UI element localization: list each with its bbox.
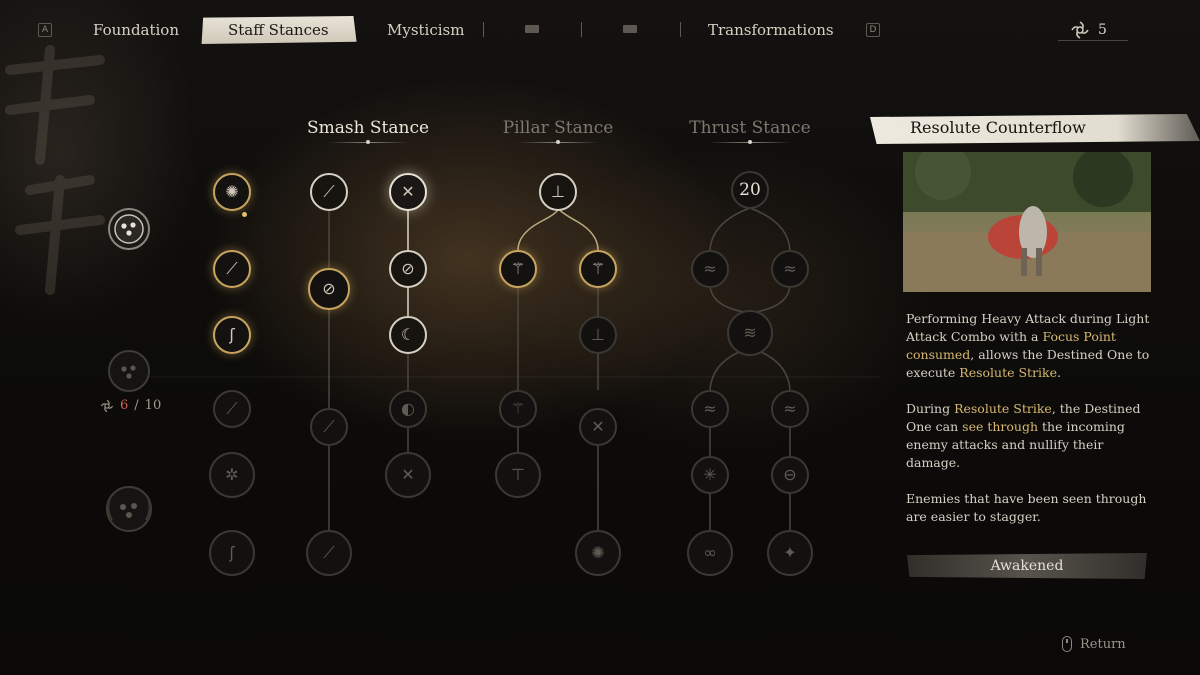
skill-node[interactable]: ⊥ <box>579 316 617 354</box>
skill-glyph-icon: ☾ <box>400 325 416 344</box>
skill-glyph-icon: ≈ <box>783 399 797 418</box>
skill-glyph-icon: ⊤ <box>511 465 525 484</box>
skill-detail-title-banner: Resolute Counterflow <box>870 114 1200 144</box>
skill-node[interactable]: ≈ <box>771 250 809 288</box>
skill-glyph-icon: ✕ <box>591 417 605 436</box>
skill-glyph-icon: ⊘ <box>401 259 415 278</box>
skill-glyph-icon: ✕ <box>401 465 415 484</box>
skill-node[interactable]: ✕ <box>385 452 431 498</box>
skill-node[interactable]: ≈ <box>771 390 809 428</box>
skill-node[interactable]: ⟋ <box>310 173 348 211</box>
skill-node[interactable]: ⊤ <box>495 452 541 498</box>
skill-node[interactable]: ✺ <box>213 173 251 211</box>
skill-node[interactable]: ✦ <box>767 530 813 576</box>
skill-glyph-icon: ≈ <box>703 259 717 278</box>
text-run: During <box>906 401 955 416</box>
description-paragraph: During Resolute Strike, the Destined One… <box>906 400 1156 472</box>
skill-glyph-icon: ⊥ <box>551 182 565 201</box>
skill-glyph-icon: ⚚ <box>510 259 526 278</box>
skill-node[interactable]: ⊘ <box>308 268 350 310</box>
skill-node[interactable]: ◐ <box>389 390 427 428</box>
skill-description: Performing Heavy Attack during Light Att… <box>906 310 1156 544</box>
skill-title: Resolute Counterflow <box>910 118 1086 137</box>
skill-glyph-icon: ≈ <box>703 399 717 418</box>
return-hint[interactable]: Return <box>1062 636 1126 652</box>
skill-glyph-icon: ⟋ <box>323 543 335 562</box>
skill-node[interactable]: ʃ <box>213 316 251 354</box>
skill-node[interactable]: ⚚ <box>499 250 537 288</box>
skill-node[interactable]: ⟋ <box>306 530 352 576</box>
keyword-resolute-strike: Resolute Strike <box>954 401 1052 416</box>
skill-glyph-icon: ⟋ <box>226 259 238 278</box>
skill-node[interactable]: ✳ <box>691 456 729 494</box>
skill-node[interactable]: ⚚ <box>499 390 537 428</box>
skill-glyph-icon: ⊥ <box>591 325 605 344</box>
skill-glyph-icon: ⚚ <box>510 399 526 418</box>
skill-node[interactable]: ✺ <box>575 530 621 576</box>
skill-glyph-icon: ✦ <box>783 543 797 562</box>
skill-node[interactable]: ⟋ <box>213 250 251 288</box>
skill-glyph-icon: ≋ <box>743 323 757 342</box>
skill-glyph-icon: ≈ <box>783 259 797 278</box>
skill-glyph-icon: ✕ <box>401 182 415 201</box>
skill-glyph-icon: ✺ <box>225 182 239 201</box>
thrust-required-level[interactable]: 20 <box>731 171 769 209</box>
awakened-status-button[interactable]: Awakened <box>907 553 1147 579</box>
return-label: Return <box>1080 636 1126 652</box>
skill-preview-image <box>903 152 1151 292</box>
skill-glyph-icon: ✲ <box>225 465 239 484</box>
skill-glyph-icon: ʃ <box>229 325 235 344</box>
skill-node[interactable]: ʃ <box>209 530 255 576</box>
skill-node[interactable]: ⊘ <box>389 250 427 288</box>
skill-node[interactable]: ⟋ <box>310 408 348 446</box>
skill-node[interactable]: ⟋ <box>213 390 251 428</box>
skill-glyph-icon: ⊖ <box>783 465 797 484</box>
skill-glyph-icon: ⟋ <box>323 417 335 436</box>
skill-node[interactable]: ⊖ <box>771 456 809 494</box>
skill-node[interactable]: ✲ <box>209 452 255 498</box>
skill-glyph-icon: ⟋ <box>323 182 335 201</box>
skill-glyph-icon: ∞ <box>703 543 717 562</box>
skill-node-resolute-counterflow[interactable]: ✕ <box>389 173 427 211</box>
skill-glyph-icon: ⊘ <box>322 279 336 298</box>
selected-pip-icon <box>242 212 247 217</box>
skill-glyph-icon: ✳ <box>703 465 717 484</box>
skill-node[interactable]: ≈ <box>691 390 729 428</box>
description-paragraph: Performing Heavy Attack during Light Att… <box>906 310 1156 382</box>
skill-node[interactable]: ∞ <box>687 530 733 576</box>
skill-node[interactable]: ≈ <box>691 250 729 288</box>
skill-node[interactable]: ✕ <box>579 408 617 446</box>
keyword-resolute-strike: Resolute Strike <box>959 365 1058 380</box>
keyword-see-through: see through <box>962 419 1039 434</box>
skill-node[interactable]: ⚚ <box>579 250 617 288</box>
skill-screen: A Foundation Staff Stances Mysticism Tra… <box>0 0 1200 675</box>
text-run: . <box>1057 365 1062 380</box>
preview-scene <box>903 152 1151 292</box>
required-level-value: 20 <box>739 180 761 200</box>
skill-glyph-icon: ʃ <box>229 543 235 562</box>
mouse-right-click-icon <box>1062 636 1072 652</box>
skill-node[interactable]: ☾ <box>389 316 427 354</box>
skill-node[interactable]: ⊥ <box>539 173 577 211</box>
skill-glyph-icon: ✺ <box>591 543 605 562</box>
skill-glyph-icon: ⚚ <box>590 259 606 278</box>
skill-glyph-icon: ◐ <box>401 399 415 418</box>
skill-glyph-icon: ⟋ <box>226 399 238 418</box>
description-paragraph: Enemies that have been seen through are … <box>906 491 1147 524</box>
skill-node[interactable]: ≋ <box>727 310 773 356</box>
